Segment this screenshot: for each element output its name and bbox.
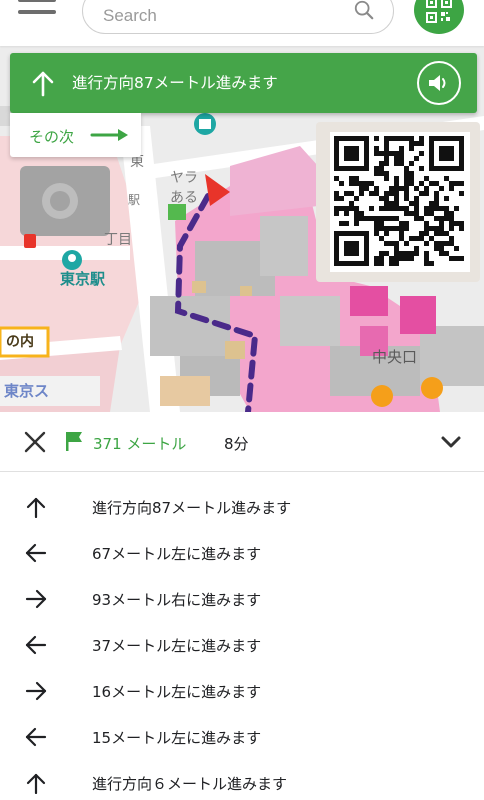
right-arrow-icon [90, 129, 128, 141]
route-duration: 8分 [224, 435, 249, 453]
step-instruction: 37メートル左に進みます [92, 637, 262, 655]
step-instruction: 16メートル左に進みます [92, 683, 262, 701]
qr-code-icon [330, 132, 470, 272]
up-arrow-icon [26, 497, 46, 518]
route-summary-bar: 371 メートル 8分 [0, 412, 484, 472]
menu-icon[interactable] [18, 0, 58, 20]
left-arrow-icon [25, 543, 47, 563]
right-arrow-icon [25, 681, 47, 701]
map-label-central-exit: 中央口 [372, 348, 417, 366]
map-label-station: 東京駅 [60, 270, 106, 288]
current-instruction: 進行方向87メートル進みます [72, 74, 278, 92]
map-label-aru: ある [170, 190, 198, 206]
list-item[interactable]: 93メートル右に進みます [0, 576, 484, 622]
list-item[interactable]: 67メートル左に進みます [0, 530, 484, 576]
close-icon[interactable] [22, 429, 48, 455]
list-item[interactable]: 進行方向87メートル進みます [0, 484, 484, 530]
map-label-chome: 丁目 [104, 232, 132, 248]
up-arrow-icon [32, 71, 54, 97]
map-label-marunouchi: の内 [6, 333, 34, 350]
map-label-eki: 駅 [128, 193, 140, 207]
list-item[interactable]: 15メートル左に進みます [0, 714, 484, 760]
list-item[interactable]: 進行方向６メートル進みます [0, 760, 484, 800]
search-input[interactable] [103, 3, 353, 29]
speaker-icon [429, 75, 446, 91]
left-arrow-icon [25, 635, 47, 655]
qr-code-overlay [316, 122, 480, 282]
up-arrow-icon [26, 773, 46, 794]
step-instruction: 67メートル左に進みます [92, 545, 262, 563]
list-item[interactable]: 16メートル左に進みます [0, 668, 484, 714]
chevron-down-icon[interactable] [438, 432, 464, 452]
top-bar [0, 0, 484, 46]
sound-toggle-button[interactable] [417, 61, 461, 105]
step-instruction: 進行方向87メートル進みます [92, 499, 292, 517]
search-bar[interactable] [82, 0, 394, 34]
step-instruction: 進行方向６メートル進みます [92, 775, 288, 793]
step-instruction: 15メートル左に進みます [92, 729, 262, 747]
direction-steps-list: 進行方向87メートル進みます 67メートル左に進みます 93メートル右に進みます 37… [0, 484, 484, 800]
navigation-banner: 進行方向87メートル進みます [10, 53, 477, 113]
next-step-label: その次 [29, 128, 75, 146]
flag-icon [66, 432, 82, 451]
qr-scan-button[interactable] [414, 0, 464, 34]
qr-code-icon [426, 0, 452, 23]
search-icon[interactable] [353, 0, 375, 21]
next-step-card[interactable]: その次 [10, 113, 141, 157]
route-distance: 371 メートル [93, 435, 187, 453]
step-instruction: 93メートル右に進みます [92, 591, 262, 609]
map-label-tokyo-st: 東京ス [4, 382, 49, 400]
left-arrow-icon [25, 727, 47, 747]
list-item[interactable]: 37メートル左に進みます [0, 622, 484, 668]
map-label-yaesu: ヤラ [170, 170, 198, 186]
right-arrow-icon [25, 589, 47, 609]
